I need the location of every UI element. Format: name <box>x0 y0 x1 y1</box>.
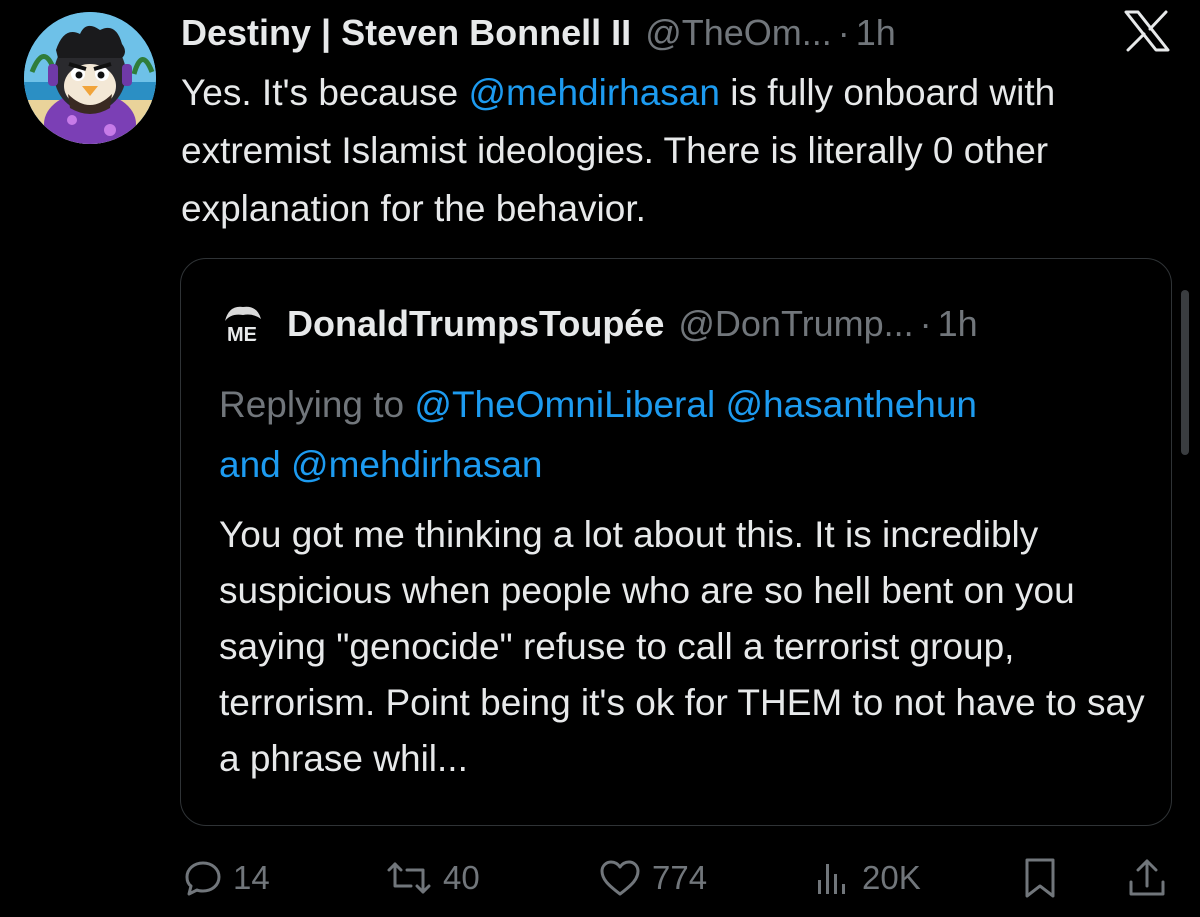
author-handle[interactable]: @TheOm... <box>645 12 832 54</box>
heart-icon <box>600 860 640 896</box>
repost-button[interactable]: 40 <box>385 848 480 908</box>
replying-to: Replying to @TheOmniLiberal @hasanthehun… <box>219 375 1149 495</box>
quote-timestamp[interactable]: 1h <box>938 303 978 345</box>
bookmark-icon <box>1025 858 1055 898</box>
tweet-text: Yes. It's because @mehdirhasan is fully … <box>181 64 1161 238</box>
action-bar: 14 40 774 20K <box>0 848 1200 908</box>
like-count: 774 <box>652 859 708 896</box>
reply-icon <box>185 861 221 896</box>
tweet-text-part1: Yes. It's because <box>181 72 469 113</box>
replying-mention-2[interactable]: @hasanthehun <box>725 384 977 425</box>
share-icon <box>1129 859 1165 896</box>
quote-text: You got me thinking a lot about this. It… <box>219 514 1145 779</box>
header-separator: · <box>837 12 850 53</box>
quote-header-separator: · <box>919 303 932 344</box>
author-display-name[interactable]: Destiny | Steven Bonnell II <box>181 12 631 54</box>
repost-icon <box>387 862 431 894</box>
bookmark-button[interactable] <box>1020 848 1060 908</box>
reply-button[interactable]: 14 <box>183 848 270 908</box>
replying-mention-1[interactable]: @TheOmniLiberal <box>414 384 715 425</box>
tweet-mention[interactable]: @mehdirhasan <box>469 72 720 113</box>
reply-count: 14 <box>233 859 270 896</box>
views-count: 20K <box>862 859 921 896</box>
analytics-icon <box>818 864 845 894</box>
quote-author-display-name[interactable]: DonaldTrumpsToupée <box>287 303 664 345</box>
quote-avatar-text: ME <box>227 324 257 345</box>
quote-author-avatar[interactable]: ME <box>219 299 265 345</box>
replying-mention-3[interactable]: @mehdirhasan <box>291 444 542 485</box>
quote-author-handle[interactable]: @DonTrump... <box>678 303 913 345</box>
replying-prefix: Replying to <box>219 384 415 425</box>
repost-count: 40 <box>443 859 480 896</box>
tweet-timestamp[interactable]: 1h <box>856 12 896 54</box>
quote-header: DonaldTrumpsToupée @DonTrump... · 1h <box>287 299 978 349</box>
toupee-avatar-icon: ME <box>219 299 265 345</box>
share-button[interactable] <box>1126 848 1168 908</box>
x-logo-icon <box>1124 10 1170 52</box>
replying-and: and <box>219 444 292 485</box>
scrollbar[interactable] <box>1181 290 1189 455</box>
views-button[interactable]: 20K <box>812 848 921 908</box>
author-avatar[interactable] <box>24 12 156 144</box>
quoted-tweet[interactable]: ME DonaldTrumpsToupée @DonTrump... · 1h … <box>180 258 1172 826</box>
tweet-header: Destiny | Steven Bonnell II @TheOm... · … <box>181 8 896 58</box>
penguin-avatar-icon <box>24 12 156 144</box>
tweet: Destiny | Steven Bonnell II @TheOm... · … <box>0 0 1200 917</box>
like-button[interactable]: 774 <box>598 848 707 908</box>
